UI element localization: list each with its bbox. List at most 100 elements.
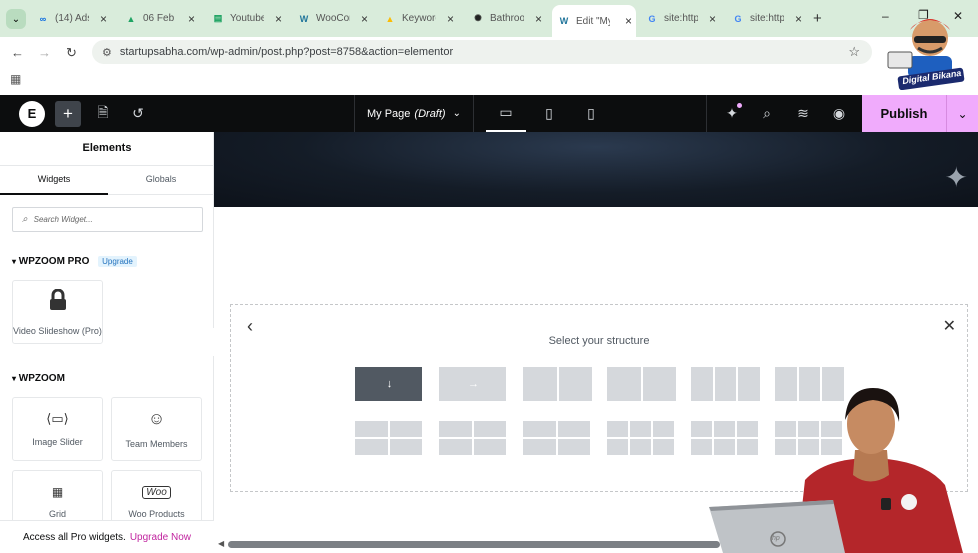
structure-option[interactable] xyxy=(523,367,592,401)
page-name: My Page xyxy=(367,107,411,120)
url-text: startupsabha.com/wp-admin/post.php?post=… xyxy=(119,46,454,58)
close-tab-icon[interactable]: × xyxy=(447,12,454,26)
arrow-right-icon: → xyxy=(468,378,479,390)
close-tab-icon[interactable]: × xyxy=(709,12,716,26)
page-settings-icon[interactable]: 🗎 xyxy=(93,95,113,132)
tab-title: 06 Feb xyxy=(143,13,175,24)
close-tab-icon[interactable]: × xyxy=(100,12,107,26)
tab-title: site:http xyxy=(750,13,784,24)
woo-icon: Woo xyxy=(142,485,171,499)
preview-eye-icon[interactable]: ◉ xyxy=(829,95,849,132)
widget-label: Image Slider xyxy=(32,437,83,447)
tabs-divider xyxy=(108,194,214,195)
structure-option[interactable] xyxy=(523,421,592,455)
google-icon: G xyxy=(648,13,656,24)
whats-new-icon[interactable]: ✦ xyxy=(722,95,742,132)
structure-option[interactable]: → xyxy=(439,367,508,401)
browser-tab[interactable]: ∞ (14) Ads × xyxy=(31,6,111,31)
search-icon[interactable]: ⌕ xyxy=(757,95,777,132)
close-icon[interactable]: ✕ xyxy=(943,316,956,336)
horizontal-scrollbar[interactable] xyxy=(228,541,720,548)
structure-row-divider xyxy=(355,437,424,439)
browser-tab[interactable]: ▲ 06 Feb × xyxy=(119,6,199,31)
slider-icon: ⟨▭⟩ xyxy=(46,411,69,426)
tab-search-button[interactable]: ⌄ xyxy=(6,9,26,29)
page-selector[interactable]: My Page (Draft) ⌄ xyxy=(354,95,474,132)
close-tab-icon[interactable]: × xyxy=(275,12,282,26)
site-info-icon[interactable]: ⚙ xyxy=(102,46,112,59)
structure-option[interactable] xyxy=(439,421,508,455)
structure-option[interactable] xyxy=(355,421,424,455)
browser-tab[interactable]: ✺ Bathroom × xyxy=(466,6,546,31)
close-tab-icon[interactable]: × xyxy=(535,12,542,26)
close-tab-icon[interactable]: × xyxy=(361,12,368,26)
apps-grid-icon[interactable]: ▦ xyxy=(10,72,21,86)
upgrade-badge[interactable]: Upgrade xyxy=(98,256,137,267)
tab-widgets[interactable]: Widgets xyxy=(0,174,108,184)
tab-title: WooCommerce xyxy=(316,13,350,24)
panel-title: Elements xyxy=(82,142,132,154)
elementor-logo-icon[interactable]: E xyxy=(19,95,45,132)
bookmarks-bar: ▦ xyxy=(0,67,978,95)
url-field[interactable]: ⚙ startupsabha.com/wp-admin/post.php?pos… xyxy=(92,40,872,64)
caret-down-icon: ▾ xyxy=(12,257,17,266)
tab-title: site:http xyxy=(664,13,698,24)
structure-layers-icon[interactable]: ≋ xyxy=(793,95,813,132)
scroll-left-arrow-icon[interactable]: ◀ xyxy=(218,539,224,548)
reload-icon[interactable]: ↻ xyxy=(66,45,77,61)
browser-tab[interactable]: W WooCommerce × xyxy=(292,6,372,31)
sparkle-icon: ✦ xyxy=(944,162,968,193)
google-icon: G xyxy=(734,13,742,24)
history-icon[interactable]: ↺ xyxy=(128,95,148,132)
upgrade-now-link[interactable]: Upgrade Now xyxy=(130,532,191,543)
drive-icon: ▲ xyxy=(126,13,136,24)
publish-button[interactable]: Publish xyxy=(862,95,946,132)
caret-down-icon: ▾ xyxy=(12,374,17,383)
browser-tab[interactable]: Gsite:http × xyxy=(726,6,806,31)
page-status: (Draft) xyxy=(414,107,446,120)
active-tab-underline xyxy=(0,193,108,195)
back-icon[interactable]: ← xyxy=(11,45,24,60)
close-tab-icon[interactable]: × xyxy=(625,14,632,28)
search-widget-input[interactable]: ⌕ Search Widget... xyxy=(12,207,203,232)
mobile-view-icon[interactable]: ▯ xyxy=(580,95,602,132)
close-tab-icon[interactable]: × xyxy=(795,12,802,26)
hero-section[interactable]: ✦ xyxy=(214,132,978,207)
browser-tab[interactable]: W Edit "My × xyxy=(552,5,636,37)
search-placeholder: Search Widget... xyxy=(33,215,93,224)
lock-icon xyxy=(49,288,67,316)
pro-upgrade-banner: Access all Pro widgets. Upgrade Now xyxy=(0,520,214,553)
structure-title: Select your structure xyxy=(548,335,650,347)
section-wpzoom-pro-header[interactable]: ▾ WPZOOM PRO Upgrade xyxy=(12,256,137,267)
editor-top-bar: E + 🗎 ↺ My Page (Draft) ⌄ ▭ ▯ ▯ ✦ ⌕ ≋ ◉ … xyxy=(0,95,978,132)
new-tab-button[interactable]: + xyxy=(813,10,822,27)
browser-tab-bar: ⌄ ∞ (14) Ads × ▲ 06 Feb × ▤ Youtube × W WooCommerc… xyxy=(0,0,978,37)
tablet-view-icon[interactable]: ▯ xyxy=(538,95,560,132)
tab-globals[interactable]: Globals xyxy=(108,174,214,184)
address-bar: ← → ↻ ⚙ startupsabha.com/wp-admin/post.p… xyxy=(0,37,978,67)
meta-icon: ∞ xyxy=(39,13,47,24)
publish-options-button[interactable]: ⌄ xyxy=(946,95,978,132)
structure-option[interactable] xyxy=(607,421,676,455)
google-ads-icon: ▲ xyxy=(385,13,395,24)
forward-icon[interactable]: → xyxy=(38,45,51,60)
grid-icon: ▦ xyxy=(51,485,64,499)
structure-option[interactable]: ↓ xyxy=(355,367,424,401)
sheets-icon: ▤ xyxy=(213,13,223,23)
browser-tab[interactable]: ▤ Youtube × xyxy=(206,6,286,31)
structure-option[interactable] xyxy=(607,367,676,401)
back-arrow-icon[interactable]: ‹ xyxy=(247,316,253,337)
tab-title: Bathroom xyxy=(490,13,524,24)
section-wpzoom-header[interactable]: ▾ WPZOOM xyxy=(12,373,65,384)
widget-team-members[interactable]: ☺ Team Members xyxy=(111,397,202,461)
browser-tab[interactable]: Gsite:http × xyxy=(640,6,720,31)
structure-row-divider xyxy=(607,437,676,439)
widget-image-slider[interactable]: ⟨▭⟩ Image Slider xyxy=(12,397,103,461)
bookmark-star-icon[interactable]: ☆ xyxy=(848,44,860,60)
browser-tab[interactable]: ▲ Keyword × xyxy=(378,6,458,31)
close-tab-icon[interactable]: × xyxy=(188,12,195,26)
tab-title: Edit "My xyxy=(576,15,610,27)
desktop-view-icon[interactable]: ▭ xyxy=(486,95,526,132)
add-element-button[interactable]: + xyxy=(55,95,81,132)
widget-video-slideshow-pro[interactable]: Video Slideshow (Pro) xyxy=(12,280,103,344)
